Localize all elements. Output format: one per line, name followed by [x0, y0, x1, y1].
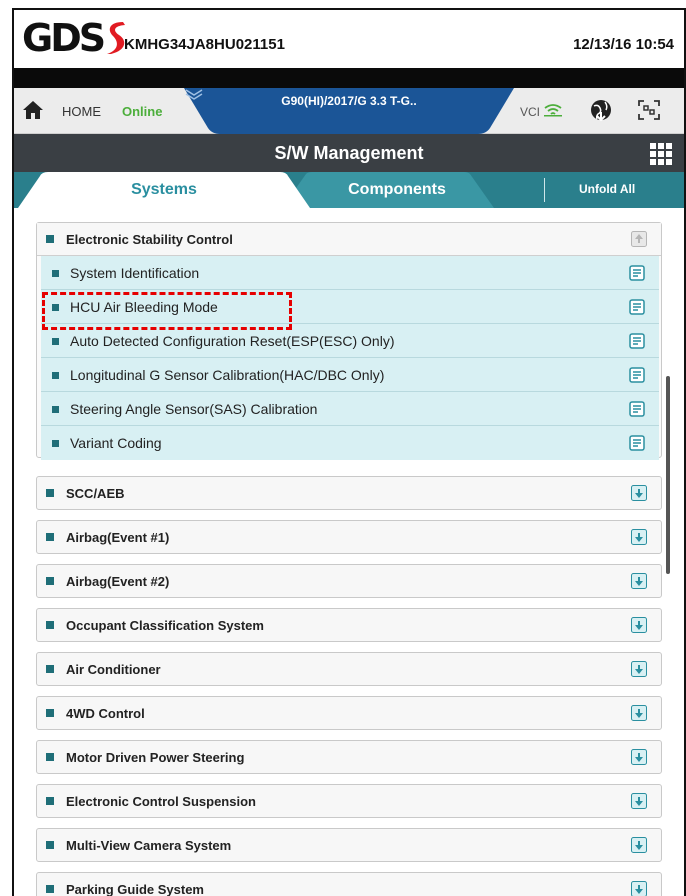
bullet-icon — [46, 621, 54, 629]
vci-label: VCI — [520, 105, 541, 119]
bullet-icon — [46, 489, 54, 497]
group-airbag-event-2[interactable]: Airbag(Event #2) — [36, 564, 662, 598]
document-icon[interactable] — [629, 367, 645, 383]
sub-item-label: Steering Angle Sensor(SAS) Calibration — [70, 401, 318, 417]
sub-item-system-identification[interactable]: System Identification — [41, 256, 659, 290]
group-label: Parking Guide System — [66, 882, 204, 896]
group-4wd-control[interactable]: 4WD Control — [36, 696, 662, 730]
group-multi-view-camera-system[interactable]: Multi-View Camera System — [36, 828, 662, 862]
group-occupant-classification-system[interactable]: Occupant Classification System — [36, 608, 662, 642]
bullet-icon — [52, 338, 59, 345]
bullet-icon — [46, 841, 54, 849]
expand-icon[interactable] — [631, 837, 647, 853]
tab-components-label: Components — [348, 181, 446, 198]
expand-icon[interactable] — [631, 529, 647, 545]
expand-icon[interactable] — [631, 485, 647, 501]
bullet-icon — [52, 406, 59, 413]
expand-icon[interactable] — [631, 705, 647, 721]
sub-item-label: Variant Coding — [70, 435, 162, 451]
tab-components[interactable]: Components — [282, 172, 494, 208]
group-electronic-stability-control: Electronic Stability Control System Iden… — [36, 222, 662, 460]
grid-menu-icon[interactable] — [650, 143, 672, 165]
group-label: Occupant Classification System — [66, 618, 264, 633]
group-parking-guide-system[interactable]: Parking Guide System — [36, 872, 662, 896]
group-label: Electronic Stability Control — [66, 232, 233, 247]
sub-item-label: System Identification — [70, 265, 200, 281]
unfold-all-label: Unfold All — [579, 182, 636, 196]
expand-icon[interactable] — [631, 793, 647, 809]
globe-download-icon[interactable] — [588, 98, 614, 122]
group-label: Airbag(Event #1) — [66, 530, 170, 545]
wifi-icon — [544, 104, 562, 117]
group-label: Air Conditioner — [66, 662, 161, 677]
home-icon[interactable] — [22, 100, 44, 120]
highlight-annotation-box — [42, 292, 292, 330]
unfold-all-button[interactable]: Unfold All — [544, 178, 684, 202]
group-air-conditioner[interactable]: Air Conditioner — [36, 652, 662, 686]
bullet-icon — [52, 372, 59, 379]
document-icon[interactable] — [629, 265, 645, 281]
bullet-icon — [52, 440, 59, 447]
group-label: 4WD Control — [66, 706, 145, 721]
vehicle-info: G90(HI)/2017/G 3.3 T-G.. — [281, 94, 417, 108]
group-electronic-control-suspension[interactable]: Electronic Control Suspension — [36, 784, 662, 818]
page-header: S/W Management — [14, 134, 684, 172]
bullet-icon — [46, 235, 54, 243]
bullet-icon — [46, 709, 54, 717]
datetime: 12/13/16 10:54 — [573, 36, 674, 53]
bullet-icon — [46, 797, 54, 805]
bullet-icon — [46, 753, 54, 761]
bullet-icon — [52, 270, 59, 277]
group-airbag-event-1[interactable]: Airbag(Event #1) — [36, 520, 662, 554]
online-status: Online — [122, 104, 163, 119]
tab-systems-label: Systems — [131, 181, 197, 198]
tab-systems[interactable]: Systems — [18, 172, 310, 208]
black-divider-bar — [14, 68, 684, 88]
sub-item-label: Auto Detected Configuration Reset(ESP(ES… — [70, 333, 395, 349]
group-header[interactable]: Electronic Stability Control — [37, 223, 661, 256]
collapse-icon[interactable] — [631, 231, 647, 247]
group-label: Electronic Control Suspension — [66, 794, 256, 809]
group-motor-driven-power-steering[interactable]: Motor Driven Power Steering — [36, 740, 662, 774]
bullet-icon — [46, 665, 54, 673]
vin-number: KMHG34JA8HU021151 — [124, 36, 285, 53]
logo-text: GDS — [22, 16, 106, 60]
group-scc-aeb[interactable]: SCC/AEB — [36, 476, 662, 510]
tab-bar: Components Systems Unfold All — [14, 172, 684, 208]
sub-item-steering-angle-sensor-calibration[interactable]: Steering Angle Sensor(SAS) Calibration — [41, 392, 659, 426]
gds-logo: GDS — [22, 18, 127, 58]
bullet-icon — [46, 885, 54, 893]
nav-bar: HOME Online G90(HI)/2017/G 3.3 T-G.. VCI — [14, 88, 684, 134]
vehicle-selector[interactable]: G90(HI)/2017/G 3.3 T-G.. — [184, 88, 514, 134]
sub-item-label: Longitudinal G Sensor Calibration(HAC/DB… — [70, 367, 385, 383]
expand-icon[interactable] — [631, 749, 647, 765]
document-icon[interactable] — [629, 299, 645, 315]
scrollbar[interactable] — [666, 376, 670, 574]
page-title: S/W Management — [274, 143, 424, 163]
home-button[interactable]: HOME — [62, 104, 101, 119]
expand-icon[interactable] — [631, 573, 647, 589]
group-label: Motor Driven Power Steering — [66, 750, 245, 765]
scan-icon[interactable] — [638, 100, 660, 120]
bullet-icon — [46, 533, 54, 541]
system-list: Electronic Stability Control System Iden… — [14, 208, 684, 896]
chevron-down-icon[interactable] — [184, 88, 204, 100]
expand-icon[interactable] — [631, 661, 647, 677]
expand-icon[interactable] — [631, 617, 647, 633]
document-icon[interactable] — [629, 435, 645, 451]
group-label: Airbag(Event #2) — [66, 574, 170, 589]
sub-item-variant-coding[interactable]: Variant Coding — [41, 426, 659, 460]
group-label: Multi-View Camera System — [66, 838, 232, 853]
document-icon[interactable] — [629, 333, 645, 349]
group-label: SCC/AEB — [66, 486, 125, 501]
document-icon[interactable] — [629, 401, 645, 417]
app-window: GDS KMHG34JA8HU021151 12/13/16 10:54 HOM… — [12, 8, 686, 896]
expand-icon[interactable] — [631, 881, 647, 896]
title-bar: GDS KMHG34JA8HU021151 12/13/16 10:54 — [14, 10, 684, 68]
bullet-icon — [46, 577, 54, 585]
sub-item-longitudinal-g-sensor-calibration[interactable]: Longitudinal G Sensor Calibration(HAC/DB… — [41, 358, 659, 392]
